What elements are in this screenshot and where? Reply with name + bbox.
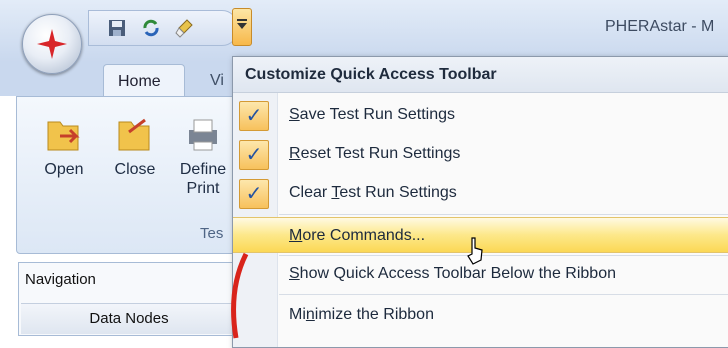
open-button[interactable]: Open — [38, 114, 90, 179]
mouse-cursor-icon — [467, 237, 483, 265]
app-orb-button[interactable] — [22, 14, 82, 74]
annotation-arc — [231, 252, 249, 339]
menu-item-label: Show Quick Access Toolbar Below the Ribb… — [289, 265, 616, 282]
menu-item-clear-settings[interactable]: ✓ Clear Test Run Settings — [233, 175, 728, 211]
close-button[interactable]: Close — [108, 114, 162, 179]
menu-item-label: Save Test Run Settings — [289, 106, 456, 123]
open-label: Open — [44, 161, 84, 178]
menu-item-label: Clear Test Run Settings — [289, 184, 457, 201]
close-folder-icon — [118, 118, 150, 151]
menu-item-minimize-ribbon[interactable]: Minimize the Ribbon — [233, 297, 728, 333]
qat-dropdown-icon[interactable] — [232, 8, 252, 46]
menu-item-label: More Commands... — [289, 227, 426, 244]
menu-header: Customize Quick Access Toolbar — [233, 57, 728, 93]
data-nodes-header[interactable]: Data Nodes — [21, 303, 237, 334]
window-title: PHERAstar - M — [605, 18, 715, 35]
check-icon: ✓ — [239, 179, 269, 209]
menu-item-label: Reset Test Run Settings — [289, 145, 461, 162]
chevron-down-icon — [237, 23, 247, 29]
menu-item-label: Minimize the Ribbon — [289, 306, 434, 323]
menu-separator — [279, 294, 728, 295]
define-label: Define — [179, 161, 227, 178]
ribbon-group-label: Tes — [200, 225, 224, 242]
dropdown-bar — [237, 19, 247, 21]
clear-icon[interactable] — [175, 18, 195, 38]
app-orb-icon — [37, 29, 67, 59]
check-icon: ✓ — [239, 101, 269, 131]
menu-item-save-settings[interactable]: ✓ Save Test Run Settings — [233, 97, 728, 133]
navigation-title: Navigation — [25, 271, 96, 288]
save-icon[interactable] — [107, 18, 127, 38]
define-print-button[interactable]: Define Print — [172, 114, 234, 198]
quick-access-toolbar — [88, 10, 238, 46]
print-label: Print — [186, 180, 220, 197]
reset-icon[interactable] — [141, 18, 161, 38]
customize-qat-menu: Customize Quick Access Toolbar ✓ Save Te… — [232, 56, 728, 348]
menu-item-reset-settings[interactable]: ✓ Reset Test Run Settings — [233, 136, 728, 172]
tab-home[interactable]: Home — [103, 64, 185, 96]
check-icon: ✓ — [239, 140, 269, 170]
printer-icon — [189, 119, 217, 151]
close-label: Close — [114, 161, 156, 178]
open-folder-icon — [47, 121, 80, 151]
navigation-pane: Navigation Data Nodes — [18, 262, 240, 336]
menu-separator — [279, 214, 728, 215]
